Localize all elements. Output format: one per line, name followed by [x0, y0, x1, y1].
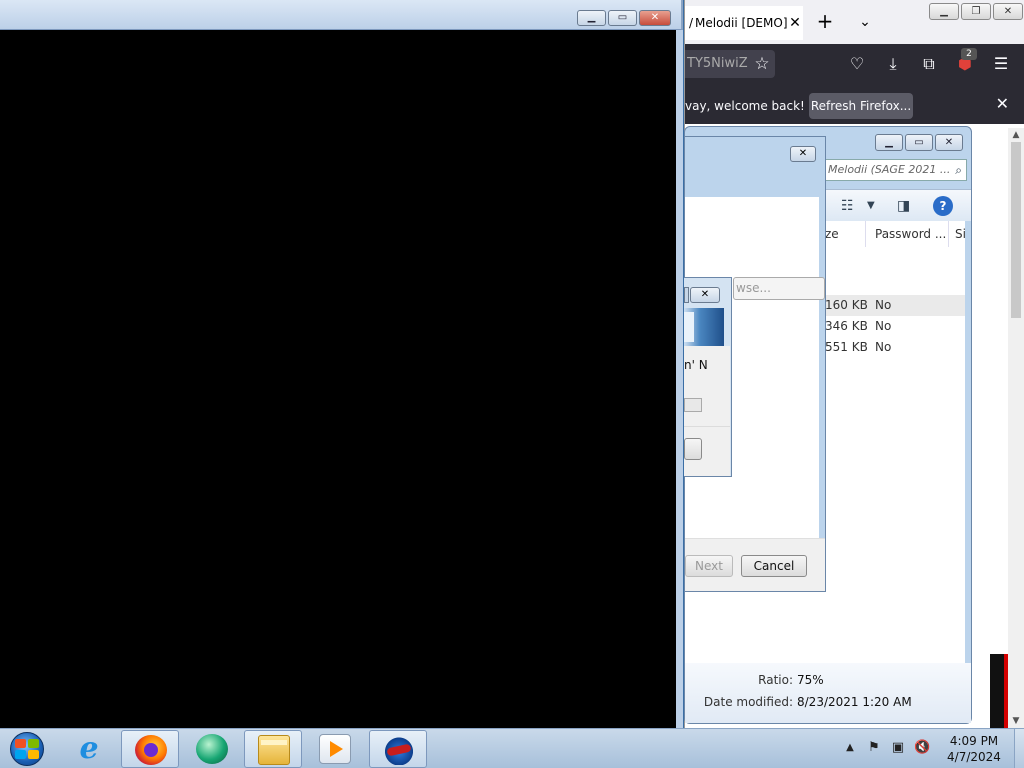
firefox-toolbar: TY5NiwiZ ☆ ♡ ⤓ ⧉ ⬢ 2 ☰ [685, 44, 1024, 84]
small-dialog-button[interactable] [684, 438, 702, 460]
restore-icon[interactable]: ❐ [961, 3, 991, 20]
pocket-icon[interactable]: ♡ [845, 52, 869, 76]
network-icon[interactable]: ▣ [890, 740, 906, 756]
column-header-password[interactable]: Password ... [875, 221, 951, 247]
taskbar-windows-explorer[interactable] [244, 730, 302, 768]
view-dropdown-icon[interactable]: ▼ [867, 196, 875, 216]
action-center-flag-icon[interactable]: ⚑ [866, 740, 882, 756]
small-dialog-text: n' N [684, 358, 708, 372]
media-player-icon [319, 734, 351, 764]
row-password: No [875, 340, 892, 354]
firefox-tab-bar: / Melodii [DEMO] ✕ + ⌄ ▁ ❐ ✕ [685, 0, 1024, 44]
star-icon[interactable]: ☆ [749, 50, 775, 78]
url-text: TY5NiwiZ [687, 56, 748, 71]
taskbar-firefox[interactable] [121, 730, 179, 768]
refresh-firefox-button[interactable]: Refresh Firefox... [809, 93, 913, 119]
close-icon[interactable]: ✕ [790, 146, 816, 162]
black-window-controls: ▁ ▭ ✕ [577, 10, 671, 26]
column-separator [865, 221, 866, 247]
tab-close-icon[interactable]: ✕ [787, 15, 803, 31]
close-icon[interactable]: ✕ [935, 134, 963, 151]
start-button[interactable] [4, 730, 48, 768]
folder-icon [258, 735, 290, 765]
column-header-size[interactable]: ze [825, 221, 869, 247]
column-header-size2[interactable]: Si [955, 221, 965, 247]
row-size: 551 KB [825, 340, 868, 354]
clock-date: 4/7/2024 [947, 750, 1001, 764]
ratio-value: 75% [797, 673, 824, 687]
banner-highlight [684, 312, 694, 342]
notification-close-icon[interactable]: ✕ [996, 94, 1009, 113]
internet-explorer-icon: e [79, 731, 99, 766]
maximize-icon[interactable]: ▭ [905, 134, 933, 151]
preview-pane-icon[interactable]: ◨ [897, 196, 910, 216]
taskbar-green-app[interactable] [183, 730, 241, 768]
firefox-window-controls: ▁ ❐ ✕ [929, 3, 1023, 20]
green-app-icon [196, 734, 228, 764]
small-dialog-button-edge[interactable] [684, 287, 689, 303]
details-pane: Ratio: 75% Date modified: 8/23/2021 1:20… [685, 663, 971, 723]
black-window[interactable]: ▁ ▭ ✕ [0, 0, 683, 728]
taskbar-media-player[interactable] [306, 730, 364, 768]
close-icon[interactable]: ✕ [690, 287, 720, 303]
scroll-down-arrow-icon[interactable]: ▼ [1008, 714, 1024, 728]
new-tab-icon[interactable]: + [813, 10, 837, 34]
tab-title: Melodii [DEMO] [695, 16, 787, 30]
row-password: No [875, 298, 892, 312]
dialog-banner [684, 308, 724, 346]
row-size: 160 KB [825, 298, 868, 312]
minimize-icon[interactable]: ▁ [875, 134, 903, 151]
list-tabs-chevron-icon[interactable]: ⌄ [853, 10, 877, 34]
firefox-icon [135, 735, 167, 765]
fish-app-icon [383, 735, 415, 765]
page-red-graphic [990, 654, 1008, 728]
help-icon[interactable]: ? [933, 196, 953, 216]
page-scrollbar[interactable]: ▲ ▼ [1008, 128, 1024, 728]
small-dialog: ✕ n' N [684, 277, 732, 477]
scroll-up-arrow-icon[interactable]: ▲ [1008, 128, 1024, 142]
cancel-button[interactable]: Cancel [741, 555, 807, 577]
search-icon[interactable]: ⌕ [955, 160, 962, 180]
firefox-tab[interactable]: / Melodii [DEMO] ✕ [685, 6, 803, 40]
archive-window-controls: ▁ ▭ ✕ [875, 134, 963, 151]
black-window-titlebar[interactable]: ▁ ▭ ✕ [0, 0, 683, 30]
maximize-icon[interactable]: ▭ [608, 10, 637, 26]
volume-muted-icon[interactable]: 🔇 [914, 740, 930, 756]
taskbar-internet-explorer[interactable]: e [60, 730, 118, 768]
minimize-icon[interactable]: ▁ [929, 3, 959, 20]
date-modified-value: 8/23/2021 1:20 AM [797, 695, 912, 709]
extensions-icon[interactable]: ⧉ [917, 52, 941, 76]
close-icon[interactable]: ✕ [639, 10, 671, 26]
scroll-thumb[interactable] [1011, 142, 1021, 318]
date-modified-label: Date modified: [703, 695, 793, 709]
small-dialog-field[interactable] [684, 398, 702, 412]
row-password: No [875, 319, 892, 333]
notification-text: vay, welcome back! [685, 99, 805, 113]
taskbar-fish-app[interactable] [369, 730, 427, 768]
system-tray: ▲ ⚑ ▣ 🔇 4:09 PM 4/7/2024 [840, 729, 1024, 768]
view-options-icon[interactable]: ☷ [841, 196, 854, 216]
next-button[interactable]: Next [685, 555, 733, 577]
clock-time: 4:09 PM [949, 734, 999, 748]
ratio-label: Ratio: [758, 673, 793, 687]
minimize-icon[interactable]: ▁ [577, 10, 606, 26]
show-desktop-button[interactable] [1014, 729, 1024, 768]
menu-icon[interactable]: ☰ [989, 52, 1013, 76]
column-separator [948, 221, 949, 247]
windows-flag-icon [15, 739, 39, 759]
browse-button[interactable]: wse... [733, 277, 825, 300]
taskbar: e ▲ ⚑ ▣ 🔇 4:09 PM 4/7/2024 [0, 728, 1024, 768]
download-icon[interactable]: ⤓ [881, 52, 905, 76]
notification-bar: vay, welcome back! Refresh Firefox... ✕ [685, 84, 1024, 124]
show-hidden-icons-icon[interactable]: ▲ [842, 740, 858, 756]
search-placeholder: Melodii (SAGE 2021 ... [828, 163, 951, 176]
window-border [676, 30, 683, 728]
ublock-badge: 2 [961, 48, 977, 60]
close-icon[interactable]: ✕ [993, 3, 1023, 20]
row-size: 346 KB [825, 319, 868, 333]
clock[interactable]: 4:09 PM 4/7/2024 [936, 733, 1012, 765]
small-dialog-divider [684, 426, 730, 427]
archive-search-input[interactable]: Melodii (SAGE 2021 ... ⌕ [825, 159, 967, 181]
